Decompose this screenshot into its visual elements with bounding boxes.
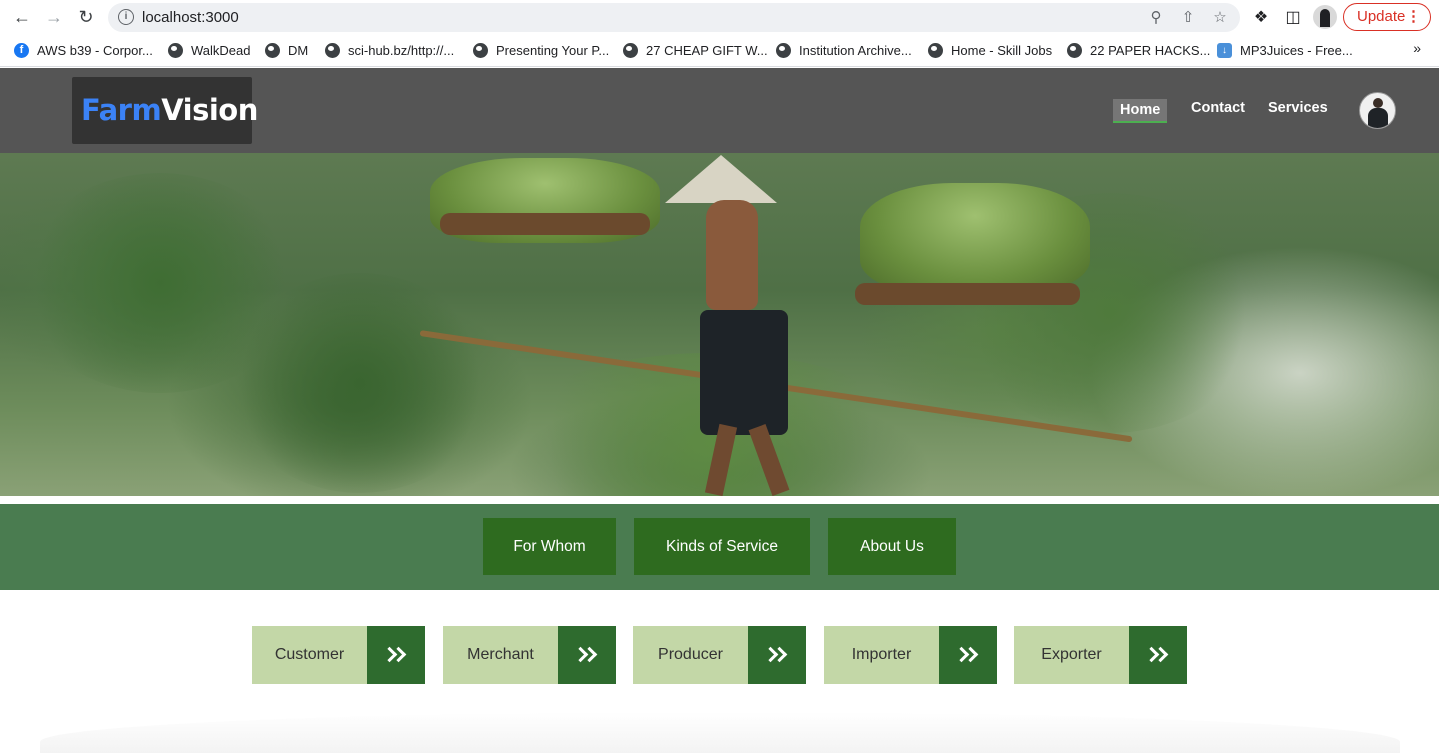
double-chevron-right-icon — [381, 645, 408, 665]
role-card-exporter[interactable]: Exporter — [1014, 626, 1187, 684]
role-card-producer[interactable]: Producer — [633, 626, 806, 684]
bookmark-item[interactable]: 22 PAPER HACKS... — [1067, 41, 1210, 59]
nav-home-link[interactable]: Home — [1113, 99, 1168, 123]
download-icon: ↓ — [1217, 42, 1232, 58]
bookmark-label: 22 PAPER HACKS... — [1090, 42, 1211, 58]
bookmark-label: AWS b39 - Corpor... — [37, 42, 153, 58]
bookmark-item[interactable]: Home - Skill Jobs — [928, 41, 1052, 59]
extensions-puzzle-icon[interactable]: ❖ — [1251, 7, 1271, 27]
bookmark-item[interactable]: Institution Archive... — [776, 41, 912, 59]
double-chevron-right-icon — [762, 645, 789, 665]
role-label[interactable]: Exporter — [1014, 626, 1129, 684]
rice-bundle-right — [860, 183, 1090, 293]
bookmarks-overflow-icon[interactable]: » — [1413, 40, 1421, 56]
bookmark-item[interactable]: sci-hub.bz/http://... — [325, 41, 454, 59]
rice-roots-left — [440, 213, 650, 235]
globe-icon — [168, 42, 183, 58]
update-label: Update — [1357, 8, 1406, 25]
farmer-shorts — [700, 310, 788, 435]
globe-icon — [776, 42, 791, 58]
browser-toolbar: ← → ↻ i localhost:3000 ⚲ ⇧ ☆ ❖ ◫ Update … — [0, 0, 1439, 34]
rice-roots-right — [855, 283, 1080, 305]
site-logo[interactable]: FarmVision — [72, 77, 258, 144]
address-url[interactable]: localhost:3000 — [142, 9, 239, 26]
bookmarks-bar: f AWS b39 - Corpor... WalkDead DM sci-hub… — [0, 34, 1439, 67]
kebab-menu-icon[interactable]: ⋮ — [1406, 4, 1421, 29]
double-chevron-right-icon — [1143, 645, 1170, 665]
bookmark-label: MP3Juices - Free... — [1240, 42, 1353, 58]
bookmark-label: Presenting Your P... — [496, 42, 610, 58]
facebook-icon: f — [14, 42, 29, 58]
reload-icon[interactable]: ↻ — [75, 6, 97, 28]
nav-services-link[interactable]: Services — [1268, 100, 1328, 116]
palm-foliage — [230, 273, 490, 493]
bookmark-label: DM — [288, 42, 309, 58]
role-label[interactable]: Merchant — [443, 626, 558, 684]
globe-icon — [265, 42, 280, 58]
role-label[interactable]: Customer — [252, 626, 367, 684]
globe-icon — [325, 42, 340, 58]
bookmark-item[interactable]: Presenting Your P... — [473, 41, 609, 59]
role-arrow-button[interactable] — [367, 626, 425, 684]
browser-profile-avatar[interactable] — [1313, 5, 1337, 29]
bookmark-label: sci-hub.bz/http://... — [348, 42, 455, 58]
double-chevron-right-icon — [572, 645, 599, 665]
bookmark-item[interactable]: DM — [265, 41, 308, 59]
site-info-icon[interactable]: i — [118, 9, 134, 25]
role-arrow-button[interactable] — [939, 626, 997, 684]
site-header: FarmVision Home Contact Services — [0, 68, 1439, 153]
globe-icon — [928, 42, 943, 58]
bookmark-item[interactable]: WalkDead — [168, 41, 250, 59]
bookmark-star-icon[interactable]: ☆ — [1210, 8, 1230, 28]
kinds-of-service-button[interactable]: Kinds of Service — [634, 518, 810, 575]
zoom-icon[interactable]: ⚲ — [1146, 8, 1166, 28]
bookmark-item[interactable]: f AWS b39 - Corpor... — [14, 41, 153, 59]
role-card-importer[interactable]: Importer — [824, 626, 997, 684]
side-panel-icon[interactable]: ◫ — [1283, 7, 1303, 27]
role-card-merchant[interactable]: Merchant — [443, 626, 616, 684]
logo-vision-text: Vision — [161, 93, 258, 127]
share-icon[interactable]: ⇧ — [1178, 8, 1198, 28]
role-label[interactable]: Importer — [824, 626, 939, 684]
role-arrow-button[interactable] — [748, 626, 806, 684]
role-arrow-button[interactable] — [1129, 626, 1187, 684]
bookmark-label: Home - Skill Jobs — [951, 42, 1053, 58]
logo-farm-text: Farm — [81, 93, 162, 127]
role-arrow-button[interactable] — [558, 626, 616, 684]
bookmark-item[interactable]: ↓ MP3Juices - Free... — [1217, 41, 1353, 59]
about-us-button[interactable]: About Us — [828, 518, 956, 575]
double-chevron-right-icon — [953, 645, 980, 665]
back-icon[interactable]: ← — [11, 6, 33, 28]
bookmark-item[interactable]: 27 CHEAP GIFT W... — [623, 41, 768, 59]
globe-icon — [623, 42, 638, 58]
role-card-customer[interactable]: Customer — [252, 626, 425, 684]
globe-icon — [473, 42, 488, 58]
for-whom-button[interactable]: For Whom — [483, 518, 616, 575]
hero-image — [0, 153, 1439, 496]
bookmark-label: Institution Archive... — [799, 42, 912, 58]
conical-hat — [665, 155, 777, 203]
update-button[interactable]: Update ⋮ — [1343, 3, 1431, 31]
next-section-edge — [40, 712, 1400, 753]
forward-icon[interactable]: → — [43, 6, 65, 28]
farmer-torso — [706, 200, 758, 310]
user-avatar[interactable] — [1359, 92, 1396, 129]
nav-contact-link[interactable]: Contact — [1191, 100, 1245, 116]
address-bar[interactable]: i localhost:3000 ⚲ ⇧ ☆ — [108, 3, 1240, 32]
role-label[interactable]: Producer — [633, 626, 748, 684]
globe-icon — [1067, 42, 1082, 58]
bookmark-label: WalkDead — [191, 42, 251, 58]
section-tab-bar: For Whom Kinds of Service About Us — [0, 504, 1439, 590]
bookmark-label: 27 CHEAP GIFT W... — [646, 42, 768, 58]
